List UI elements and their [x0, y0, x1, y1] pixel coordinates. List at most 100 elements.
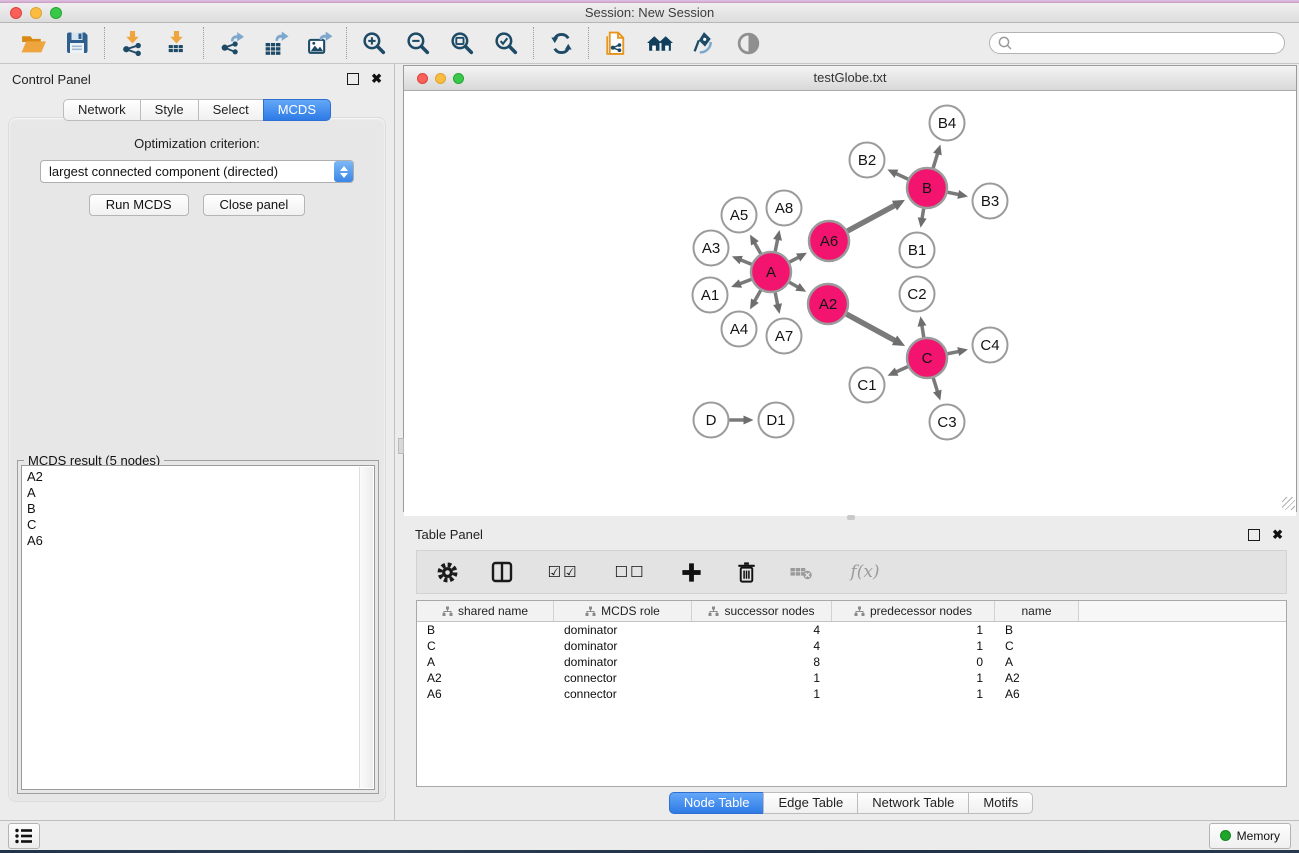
table-cell: A6 [995, 686, 1079, 702]
import-table-icon [163, 30, 190, 57]
header-filler [1079, 601, 1286, 621]
mcds-result-item[interactable]: C [27, 517, 374, 533]
trash-icon [734, 560, 759, 585]
export-image-button[interactable] [303, 27, 335, 59]
hide-annotations-button[interactable] [688, 27, 720, 59]
close-window-button[interactable] [10, 7, 22, 19]
show-graphics-details-button[interactable] [732, 27, 764, 59]
table-cell: A [417, 654, 554, 670]
graph-edge-A-A7[interactable] [775, 293, 778, 307]
graph-edge-A-A5[interactable] [754, 242, 761, 254]
graph-edge-A-A4[interactable] [754, 290, 761, 302]
zoom-window-button[interactable] [50, 7, 62, 19]
column-header-name[interactable]: name [995, 601, 1079, 621]
graph-edge-B-B4[interactable] [933, 152, 938, 168]
mcds-result-list[interactable]: A2ABCA6 [21, 465, 375, 790]
close-table-panel-icon[interactable]: ✖ [1272, 529, 1283, 541]
float-panel-icon[interactable] [347, 73, 359, 85]
search-input[interactable] [1017, 35, 1277, 51]
delete-columns-button[interactable] [732, 558, 760, 586]
table-row[interactable]: Adominator80A [417, 654, 1286, 670]
mcds-result-item[interactable]: A2 [27, 469, 374, 485]
node-label-B: B [922, 180, 932, 197]
window-controls [10, 7, 62, 19]
mcds-result-item[interactable]: A [27, 485, 374, 501]
table-tab-edge-table[interactable]: Edge Table [763, 792, 858, 814]
task-list-icon [14, 827, 34, 845]
criterion-dropdown[interactable]: largest connected component (directed) [40, 160, 354, 183]
new-network-from-selection-button[interactable] [600, 27, 632, 59]
table-tab-motifs[interactable]: Motifs [968, 792, 1033, 814]
tab-select[interactable]: Select [198, 99, 264, 121]
graph-edge-C-C3[interactable] [933, 378, 938, 393]
zoom-in-button[interactable] [358, 27, 390, 59]
edge-arrowhead-icon [744, 416, 754, 425]
tab-mcds[interactable]: MCDS [263, 99, 331, 121]
graph-edge-A2-C[interactable] [846, 314, 896, 341]
table-row[interactable]: Bdominator41B [417, 622, 1286, 638]
node-table[interactable]: shared nameMCDS rolesuccessor nodesprede… [416, 600, 1287, 787]
tab-network[interactable]: Network [63, 99, 141, 121]
task-history-button[interactable] [8, 823, 40, 849]
open-ndex-button[interactable] [644, 27, 676, 59]
delete-table-button[interactable] [787, 558, 815, 586]
zoom-out-button[interactable] [402, 27, 434, 59]
open-session-button[interactable] [17, 27, 49, 59]
deselect-all-button[interactable]: ☐☐ [610, 558, 650, 586]
graph-edge-B-B2[interactable] [895, 173, 908, 179]
table-tabs: Node TableEdge TableNetwork TableMotifs [403, 792, 1299, 814]
export-table-button[interactable] [259, 27, 291, 59]
save-session-button[interactable] [61, 27, 93, 59]
table-row[interactable]: A6connector11A6 [417, 686, 1286, 702]
network-graph[interactable]: AA1A3A5A8A6A2A4A7BB2B4B3B1C2CC4C1C3DD1 [404, 91, 1295, 511]
mcds-result-item[interactable]: A6 [27, 533, 374, 549]
apply-layout-button[interactable] [545, 27, 577, 59]
table-row[interactable]: A2connector11A2 [417, 670, 1286, 686]
graph-edge-A6-B[interactable] [847, 205, 896, 231]
zoom-selected-button[interactable] [490, 27, 522, 59]
export-table-icon [262, 30, 289, 57]
minimize-window-button[interactable] [30, 7, 42, 19]
table-row[interactable]: Cdominator41C [417, 638, 1286, 654]
shared-column-icon [442, 606, 453, 617]
import-network-button[interactable] [116, 27, 148, 59]
minimize-network-button[interactable] [435, 73, 446, 84]
horizontal-splitter[interactable] [403, 512, 1299, 522]
column-header-successor-nodes[interactable]: successor nodes [692, 601, 832, 621]
column-header-MCDS-role[interactable]: MCDS role [554, 601, 692, 621]
split-table-view-button[interactable] [488, 558, 516, 586]
result-list-scrollbar[interactable] [359, 467, 373, 788]
graph-edge-A-A1[interactable] [739, 279, 752, 284]
shared-column-icon [708, 606, 719, 617]
mcds-result-item[interactable]: B [27, 501, 374, 517]
close-panel-button[interactable]: Close panel [203, 194, 306, 216]
zoom-network-button[interactable] [453, 73, 464, 84]
float-table-panel-icon[interactable] [1248, 529, 1260, 541]
function-builder-button[interactable]: f(x) [842, 558, 888, 586]
table-cell: connector [554, 670, 692, 686]
tab-style[interactable]: Style [140, 99, 199, 121]
network-canvas[interactable]: AA1A3A5A8A6A2A4A7BB2B4B3B1C2CC4C1C3DD1 [404, 91, 1296, 516]
table-tab-node-table[interactable]: Node Table [669, 792, 765, 814]
close-network-button[interactable] [417, 73, 428, 84]
column-settings-button[interactable] [433, 558, 461, 586]
mcds-panel: Optimization criterion: largest connecte… [8, 117, 386, 802]
close-panel-icon[interactable]: ✖ [371, 73, 382, 85]
graph-edge-C-C1[interactable] [895, 367, 908, 373]
table-tab-network-table[interactable]: Network Table [857, 792, 969, 814]
add-column-button[interactable] [677, 558, 705, 586]
column-header-shared-name[interactable]: shared name [417, 601, 554, 621]
search-box[interactable] [989, 32, 1285, 54]
column-header-predecessor-nodes[interactable]: predecessor nodes [832, 601, 995, 621]
window-resize-grip[interactable] [1282, 497, 1295, 510]
zoom-fit-button[interactable] [446, 27, 478, 59]
run-mcds-button[interactable]: Run MCDS [89, 194, 189, 216]
table-cell: 1 [832, 686, 995, 702]
node-label-B1: B1 [908, 242, 926, 259]
import-table-button[interactable] [160, 27, 192, 59]
edge-arrowhead-icon [918, 217, 927, 228]
graph-edge-A-A8[interactable] [775, 238, 778, 252]
export-network-button[interactable] [215, 27, 247, 59]
select-all-button[interactable]: ☑☑ [543, 558, 583, 586]
memory-button[interactable]: Memory [1209, 823, 1291, 849]
